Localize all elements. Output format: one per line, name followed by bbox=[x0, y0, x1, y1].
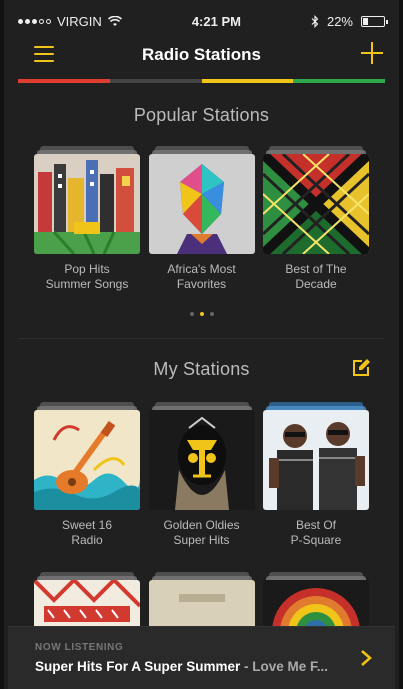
station-artwork bbox=[263, 572, 369, 632]
station-artwork bbox=[263, 146, 369, 254]
station-label: Golden Oldies Super Hits bbox=[163, 518, 240, 547]
carrier-label: VIRGIN bbox=[57, 13, 102, 29]
edit-icon[interactable] bbox=[351, 358, 371, 378]
now-playing-separator: - bbox=[240, 659, 253, 674]
now-playing-title: Super Hits For A Super Summer bbox=[35, 659, 241, 674]
my-stations-row-next bbox=[34, 572, 369, 632]
station-card[interactable]: Golden Oldies Super Hits bbox=[148, 402, 255, 548]
my-stations-title: My Stations bbox=[153, 359, 250, 379]
wifi-icon bbox=[107, 15, 122, 26]
status-time: 4:21 PM bbox=[191, 13, 241, 29]
carousel-pager[interactable] bbox=[4, 312, 399, 316]
now-listening-label: NOW LISTENING bbox=[35, 642, 124, 653]
now-playing-track: Love Me F... bbox=[252, 659, 329, 674]
station-artwork bbox=[263, 402, 369, 510]
add-station-button[interactable] bbox=[361, 42, 383, 64]
pager-dot[interactable] bbox=[189, 312, 194, 316]
station-label: Pop Hits Summer Songs bbox=[45, 262, 129, 291]
station-card[interactable]: Best Of P-Square bbox=[263, 402, 369, 548]
bluetooth-icon bbox=[311, 14, 319, 28]
station-card[interactable]: Africa's Most Favorites bbox=[148, 146, 255, 292]
battery-percent: 22% bbox=[326, 13, 353, 29]
signal-dots-icon bbox=[18, 18, 51, 24]
popular-stations-row: Pop Hits Summer Songs Africa's Most Favo… bbox=[34, 146, 369, 292]
station-label: Sweet 16 Radio bbox=[61, 518, 113, 547]
color-stripe bbox=[18, 79, 385, 83]
station-card[interactable] bbox=[263, 572, 369, 632]
station-label: Africa's Most Favorites bbox=[167, 262, 236, 291]
station-artwork bbox=[148, 402, 255, 510]
station-label: Best Of P-Square bbox=[290, 518, 342, 547]
station-artwork bbox=[34, 146, 140, 254]
station-artwork bbox=[34, 402, 140, 510]
station-card[interactable] bbox=[34, 572, 140, 632]
menu-icon[interactable] bbox=[34, 46, 54, 62]
pager-dot[interactable] bbox=[209, 312, 214, 316]
now-listening-bar[interactable]: NOW LISTENING Super Hits For A Super Sum… bbox=[8, 626, 395, 689]
station-card[interactable]: Sweet 16 Radio bbox=[34, 402, 140, 548]
station-label: Best of The Decade bbox=[285, 262, 347, 291]
station-artwork bbox=[148, 146, 255, 254]
station-artwork bbox=[34, 572, 140, 632]
popular-stations-title: Popular Stations bbox=[133, 105, 270, 125]
station-card[interactable]: Best of The Decade bbox=[263, 146, 369, 292]
station-card[interactable] bbox=[148, 572, 255, 632]
chevron-right-icon[interactable] bbox=[359, 649, 373, 667]
my-stations-row: Sweet 16 Radio Golden Oldies Super Hits … bbox=[34, 402, 369, 548]
section-divider bbox=[18, 338, 385, 339]
app-header: Radio Stations bbox=[18, 38, 385, 72]
battery-icon bbox=[361, 15, 388, 27]
phone-screen: VIRGIN 4:21 PM 22% Radio Stations Popula… bbox=[0, 0, 403, 689]
pager-dot-active[interactable] bbox=[199, 312, 204, 316]
page-title: Radio Stations bbox=[141, 45, 261, 64]
station-card[interactable]: Pop Hits Summer Songs bbox=[34, 146, 140, 292]
station-artwork bbox=[148, 572, 255, 632]
status-bar: VIRGIN 4:21 PM 22% bbox=[18, 10, 388, 32]
now-playing-text: Super Hits For A Super Summer - Love Me … bbox=[35, 659, 365, 674]
